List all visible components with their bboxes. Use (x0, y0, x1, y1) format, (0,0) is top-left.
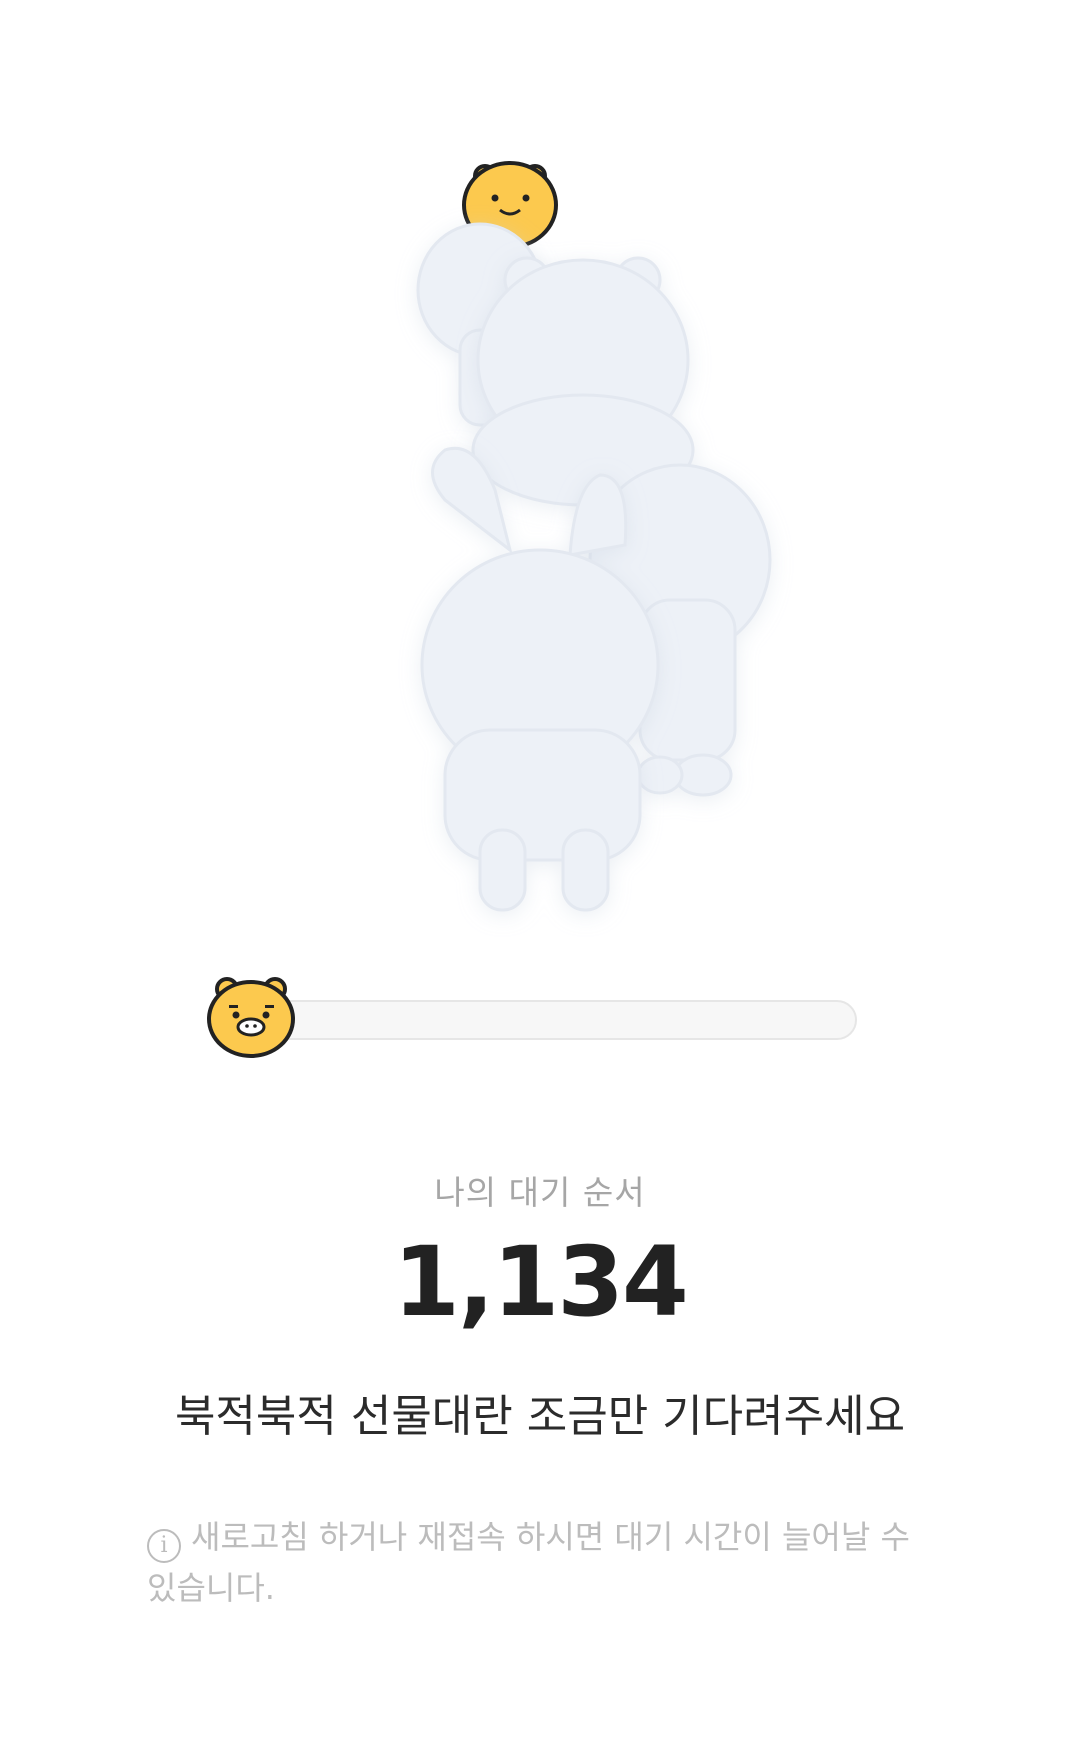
ghost-rabbit-icon (420, 447, 660, 912)
queue-progress (205, 975, 865, 1075)
refresh-notice: i 새로고침 하거나 재접속 하시면 대기 시간이 늘어날 수 있습니다. (147, 1512, 947, 1613)
notice-text: 새로고침 하거나 재접속 하시면 대기 시간이 늘어날 수 있습니다. (147, 1518, 910, 1607)
info-icon: i (147, 1529, 181, 1563)
wait-message: 북적북적 선물대란 조금만 기다려주세요 (174, 1391, 906, 1442)
queue-position-number: 1,134 (393, 1226, 689, 1338)
progress-track (265, 1000, 857, 1040)
ryan-icon (207, 977, 295, 1058)
queue-illustration (416, 161, 772, 912)
queue-position-label: 나의 대기 순서 (434, 1173, 646, 1212)
